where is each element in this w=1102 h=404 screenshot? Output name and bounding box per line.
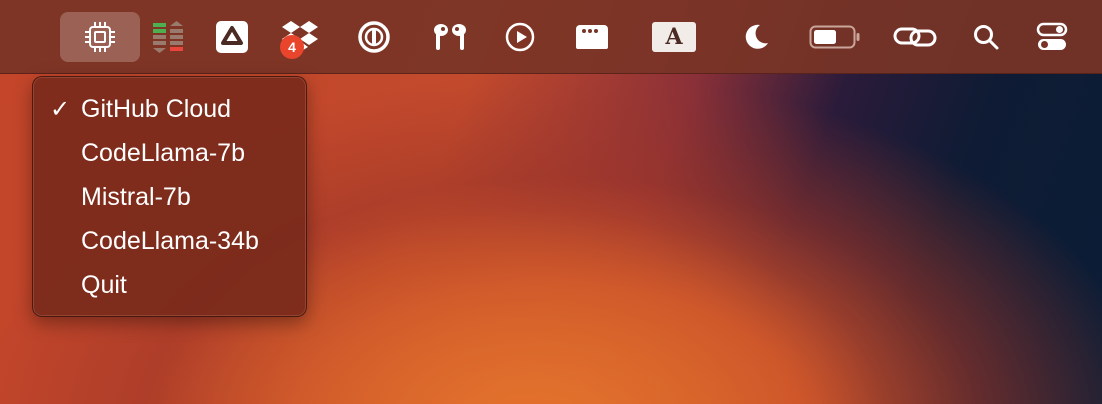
menu-item-label: CodeLlama-34b: [81, 226, 259, 255]
menu-bar: 4 A: [0, 0, 1102, 74]
menu-item-codellama-7b[interactable]: CodeLlama-7b: [38, 133, 301, 173]
notification-badge: 4: [280, 35, 304, 59]
airpods-icon: [430, 20, 470, 54]
menu-item-mistral-7b[interactable]: Mistral-7b: [38, 177, 301, 217]
menubar-item-link[interactable]: [890, 12, 940, 62]
control-center-icon: [1036, 22, 1068, 52]
network-meter-icon: [150, 19, 186, 55]
menubar-item-1password[interactable]: [352, 12, 396, 62]
menubar-item-dropbox[interactable]: 4: [276, 12, 324, 62]
menubar-item-focus[interactable]: [736, 12, 776, 62]
menubar-item-cpu[interactable]: [60, 12, 140, 62]
menubar-item-airpods[interactable]: [426, 12, 474, 62]
menu-item-codellama-34b[interactable]: CodeLlama-34b: [38, 221, 301, 261]
battery-icon: [809, 24, 861, 50]
model-dropdown-menu: ✓ GitHub Cloud CodeLlama-7b Mistral-7b C…: [32, 76, 307, 317]
menubar-item-control-center[interactable]: [1032, 12, 1072, 62]
menu-item-github-cloud[interactable]: ✓ GitHub Cloud: [38, 89, 301, 129]
1password-icon: [357, 20, 391, 54]
search-icon: [972, 23, 1000, 51]
menubar-item-spotlight[interactable]: [966, 12, 1006, 62]
cpu-chip-icon: [83, 20, 117, 54]
play-circle-icon: [504, 21, 536, 53]
menubar-item-play[interactable]: [498, 12, 542, 62]
moon-icon: [741, 22, 771, 52]
menu-item-label: GitHub Cloud: [81, 94, 232, 123]
menu-item-label: Mistral-7b: [81, 182, 191, 211]
menubar-item-input-source[interactable]: A: [650, 12, 698, 62]
menubar-item-network-meter[interactable]: [148, 12, 188, 62]
menubar-item-google-drive[interactable]: [210, 12, 254, 62]
menu-item-quit[interactable]: Quit: [38, 265, 301, 305]
menu-item-label: Quit: [81, 270, 127, 299]
input-source-icon: A: [652, 22, 696, 52]
menubar-item-battery[interactable]: [806, 12, 864, 62]
checkmark-icon: ✓: [50, 95, 71, 123]
menubar-item-window[interactable]: [570, 12, 614, 62]
window-dots-icon: [575, 23, 609, 51]
google-drive-icon: [215, 20, 249, 54]
link-icon: [892, 22, 938, 52]
menu-item-label: CodeLlama-7b: [81, 138, 245, 167]
